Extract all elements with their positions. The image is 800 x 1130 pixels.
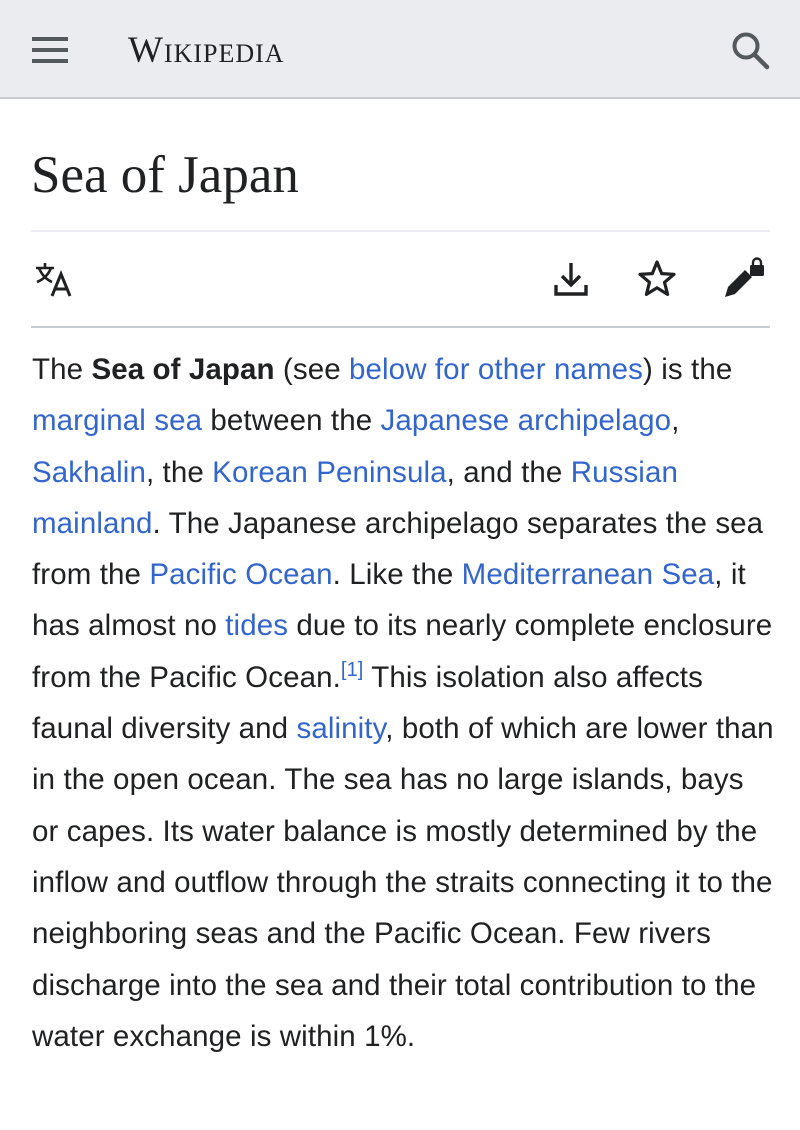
title-divider [31,230,770,232]
edit-protected-button[interactable] [720,256,766,302]
text: . Like the [332,558,462,592]
text: , [671,404,680,438]
language-icon [36,263,72,297]
link-salinity[interactable]: salinity [296,712,385,745]
text: , the [145,455,213,489]
article-content: The Sea of Japan (see below for other na… [32,344,774,1062]
link-mediterranean-sea[interactable]: Mediterranean Sea [462,558,715,591]
search-button[interactable] [724,24,776,76]
link-tides[interactable]: tides [225,609,288,642]
link-korean-peninsula[interactable]: Korean Peninsula [212,456,447,489]
watch-star-button[interactable] [634,256,680,302]
text: , both of which are lower than in the op… [32,712,774,1053]
download-icon [554,263,588,296]
link-marginal-sea[interactable]: marginal sea [32,404,202,437]
link-japanese-archipelago[interactable]: Japanese archipelago [381,404,672,437]
text: The [32,353,92,386]
hamburger-menu-icon [32,37,68,63]
link-sakhalin[interactable]: Sakhalin [32,456,146,489]
wikipedia-wordmark[interactable]: Wikipedia [128,26,285,74]
download-button[interactable] [548,256,594,302]
page-title: Sea of Japan [31,146,299,204]
article-subject: Sea of Japan [91,353,275,386]
text: ) is the [643,353,733,386]
actions-divider [31,326,770,328]
main-menu-button[interactable] [26,26,74,74]
lead-paragraph: The Sea of Japan (see below for other na… [32,344,774,1062]
reference-link-1[interactable]: [1] [341,659,364,681]
text: (see [274,353,350,386]
link-pacific-ocean[interactable]: Pacific Ocean [149,558,332,591]
edit-locked-icon [725,257,764,297]
top-bar: Wikipedia [0,0,800,99]
search-icon [732,32,770,70]
text: between the [202,404,381,438]
link-other-names[interactable]: below for other names [349,353,643,386]
text: , and the [446,455,571,489]
star-icon [638,260,676,297]
language-button[interactable] [34,258,84,302]
